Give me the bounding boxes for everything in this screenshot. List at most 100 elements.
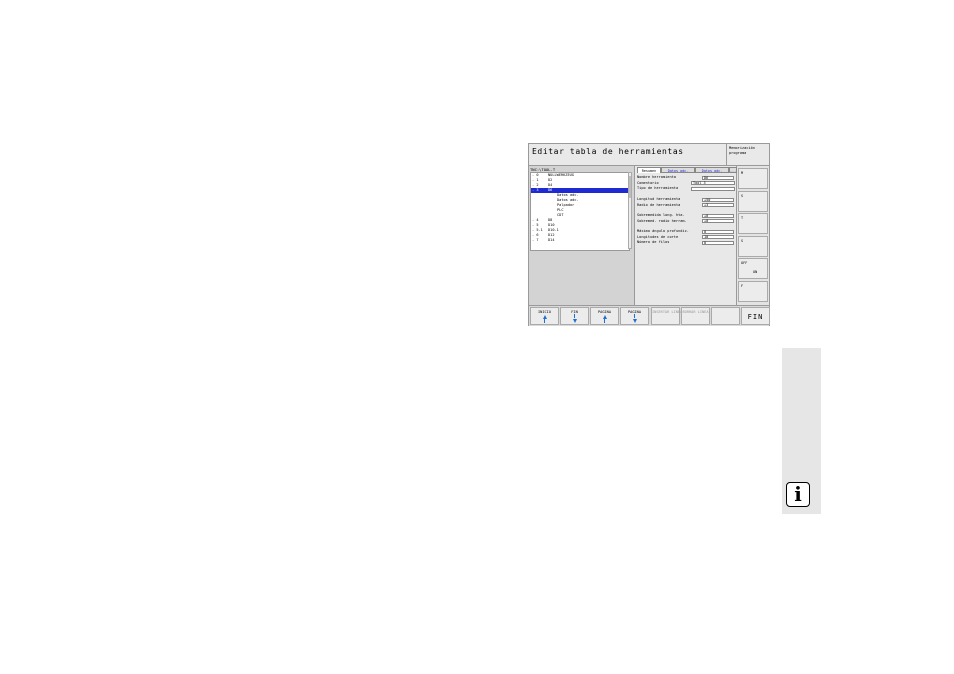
softkey-button[interactable]: PAGINA [620, 307, 649, 325]
softkey-bar: INICIO FIN PAGINA PAGINA INSERTAR LINEA BORRA… [529, 305, 770, 326]
field-input[interactable]: +0 [702, 213, 734, 218]
tree-item-number: - 3 [532, 188, 539, 192]
tree-item-label: D10 [548, 223, 555, 227]
tree-item[interactable]: - 2 D4 [531, 183, 629, 188]
side-softkey-label: M [741, 171, 744, 175]
tree-item[interactable]: - 7 D14 [531, 238, 629, 243]
field-input[interactable]: +50 [702, 197, 734, 202]
tree-item-label: D6 [548, 188, 553, 192]
tree-item[interactable]: - 4 D8 [531, 218, 629, 223]
tree-item[interactable]: Datos adc. [531, 198, 629, 203]
field-label: Número de filos [637, 240, 670, 244]
screen-header: Editar tabla de herramientas [529, 144, 727, 166]
field-label: Tipo de herramienta [637, 186, 679, 190]
field-input[interactable]: 0 [702, 229, 734, 234]
side-softkeys: M S T S OFF ON F [737, 166, 769, 305]
tool-tree[interactable]: - 0 NULLWERKZEUG - 1 D2 - 2 D4 - 3 D6 Datos adc.… [530, 172, 630, 251]
tree-item[interactable]: - 0 NULLWERKZEUG [531, 173, 629, 178]
softkey-label: INICIO [538, 310, 551, 314]
side-softkey[interactable]: F [738, 280, 768, 302]
form-tab[interactable]: ... [729, 167, 737, 173]
tree-item-label: CDT [557, 213, 564, 217]
softkey-button[interactable]: INICIO [530, 307, 559, 325]
tree-item-label: D2 [548, 178, 553, 182]
scroll-thumb[interactable] [629, 176, 631, 198]
tree-item-label: NULLWERKZEUG [548, 173, 574, 177]
arrow-stem [604, 319, 605, 323]
side-softkey[interactable]: M [738, 168, 768, 189]
arrow-stem [574, 314, 575, 318]
tree-item[interactable]: PLC [531, 208, 629, 213]
tree-item-label: D10.1 [548, 228, 559, 232]
tree-item[interactable]: - 3 D6 [531, 188, 629, 193]
tree-item-label: D14 [548, 238, 555, 242]
tree-item[interactable]: - 1 D2 [531, 178, 629, 183]
tnc-screen: Editar tabla de herramientas Memorizació… [528, 143, 770, 326]
side-softkey-label: OFF [741, 261, 748, 265]
tree-item[interactable]: - 5 D10 [531, 223, 629, 228]
side-softkey[interactable]: T [738, 213, 768, 234]
tree-panel: TNC:\TOOL.T - 0 NULLWERKZEUG - 1 D2- 2 D4- 3… [529, 166, 635, 305]
tool-type-select[interactable] [691, 186, 735, 191]
tree-item-number: - 4 [532, 218, 539, 222]
tree-item[interactable]: - 5.1 D10.1 [531, 228, 629, 233]
tree-scrollbar[interactable] [628, 172, 632, 249]
side-softkey-label: S [741, 238, 744, 243]
arrow-down-icon [572, 319, 577, 323]
tree-item-label: Datos adc. [557, 198, 579, 202]
softkey-button[interactable]: PAGINA [590, 307, 619, 325]
tree-item-number: - 2 [532, 183, 539, 187]
tree-item-label: PLC [557, 208, 564, 212]
arrow-stem [634, 314, 635, 318]
softkey-button[interactable] [711, 307, 740, 325]
tree-item-number: - 7 [532, 238, 539, 242]
softkey-button[interactable]: INSERTAR LINEA [651, 307, 683, 325]
side-softkey[interactable]: S [738, 190, 768, 212]
softkey-label: PAGINA [598, 310, 611, 314]
softkey-label: FIN [747, 313, 764, 321]
side-softkey[interactable]: OFF ON [738, 258, 768, 279]
tree-item[interactable]: Datos adc. [531, 193, 629, 198]
mode-indicator: Memorización programa [727, 144, 769, 166]
softkey-label: PAGINA [628, 310, 641, 314]
tree-item-number: - 6 [532, 233, 539, 237]
tool-form: Resumen Datos adc. Datos adc.... Nombre he… [635, 166, 737, 305]
arrow-down-icon [632, 319, 637, 323]
side-softkey-label: S [741, 193, 744, 198]
side-softkey-sublabel: ON [753, 270, 758, 274]
tree-item[interactable]: - 6 D12 [531, 233, 629, 238]
field-input[interactable]: D6 [702, 175, 734, 180]
form-tab[interactable]: Datos adc. [661, 167, 695, 173]
softkey-label: BORRAR LINEA [682, 310, 709, 314]
field-input[interactable]: Tool 3 [691, 181, 735, 186]
tree-item-label: Datos adc. [557, 193, 579, 197]
tree-item-number: - 5.1 [532, 228, 543, 232]
tree-item[interactable]: Palpador [531, 203, 629, 208]
softkey-button[interactable]: FIN [741, 307, 770, 325]
arrow-stem [544, 319, 545, 323]
info-icon: i [786, 482, 810, 507]
form-tab[interactable]: Datos adc. [695, 167, 729, 173]
tree-item-number: - 5 [532, 223, 539, 227]
form-tab[interactable]: Resumen [637, 167, 661, 173]
field-label: Sobremed. radio herram. [637, 218, 687, 223]
tree-item-number: - 0 [532, 173, 539, 177]
screen-title: Editar tabla de herramientas [532, 147, 684, 156]
side-softkey[interactable]: S [738, 235, 768, 257]
tree-item-label: D12 [548, 233, 555, 237]
field-input[interactable]: 10 [702, 235, 734, 240]
field-input[interactable]: +3 [702, 203, 734, 208]
softkey-button[interactable]: BORRAR LINEA [681, 307, 710, 325]
tree-item-label: D4 [548, 183, 553, 187]
tree-item-number: - 1 [532, 178, 539, 182]
field-input[interactable]: 0 [702, 240, 734, 245]
tree-item[interactable]: CDT [531, 213, 629, 218]
softkey-label: INSERTAR LINEA [652, 310, 683, 314]
tree-item-label: Palpador [557, 203, 575, 207]
tree-item-label: D8 [548, 218, 553, 222]
side-softkey-label: F [741, 283, 744, 288]
field-label: Radio de herramienta [637, 202, 681, 207]
side-softkey-label: T [741, 216, 744, 220]
field-input[interactable]: +0 [702, 219, 734, 224]
softkey-button[interactable]: FIN [560, 307, 589, 325]
